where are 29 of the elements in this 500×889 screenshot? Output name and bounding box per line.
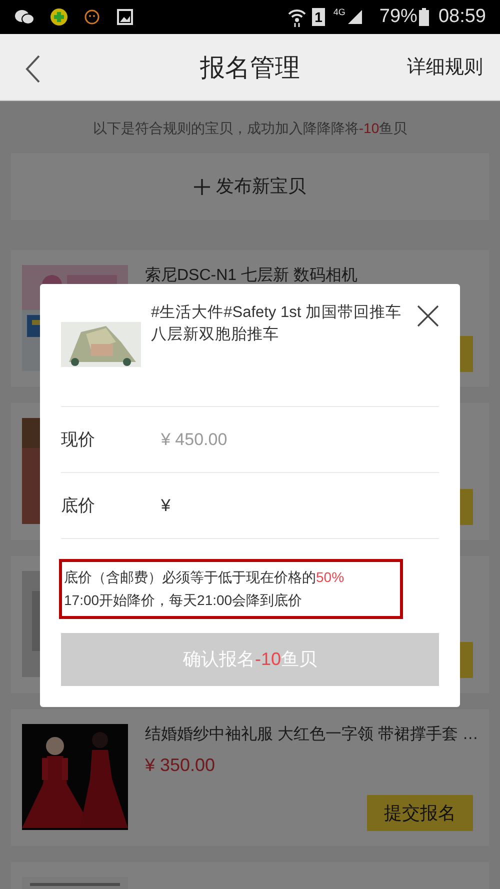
network-type: 4G	[333, 6, 346, 19]
plus-circle-icon	[50, 8, 68, 26]
sim-badge: 1	[312, 8, 326, 26]
rule-text: 17:00开始降价，每天21:00会降到底价	[64, 591, 304, 610]
back-icon	[25, 55, 41, 83]
field-label: 底价	[61, 494, 96, 517]
wifi-icon	[288, 7, 306, 27]
field-label: 现价	[61, 428, 96, 451]
product-title: #生活大件#Safety 1st 加国带回推车八层新双胞胎推车	[151, 303, 402, 345]
rule-text: 底价（含邮费）必须等于低于现在价格的50%	[64, 568, 346, 587]
chat-bubbles-icon	[14, 9, 34, 25]
plus-icon	[194, 178, 210, 194]
price-input[interactable]: ¥	[161, 492, 439, 518]
close-icon	[417, 305, 439, 327]
current-price: ¥ 450.00	[161, 428, 228, 451]
close-button[interactable]	[417, 305, 439, 327]
signal-icon	[347, 9, 364, 25]
image-icon	[117, 9, 133, 25]
notice-text: 以下是符合规则的宝贝，成功加入降降降将-10鱼贝	[92, 119, 408, 138]
smiley-icon	[84, 9, 100, 25]
clock: 08:59	[438, 4, 486, 29]
battery-percent: 79%	[379, 4, 418, 29]
publish-button[interactable]: 发布新宝贝	[11, 153, 489, 220]
item-title: 索尼DSC-N1 七层新 数码相机	[145, 266, 358, 286]
battery-icon	[419, 8, 430, 26]
rules-link[interactable]: 详细规则	[407, 54, 483, 82]
item-price: ¥ 350.00	[145, 754, 216, 777]
page-title: 报名管理	[200, 53, 300, 84]
submit-button[interactable]: 提交报名	[367, 795, 473, 831]
